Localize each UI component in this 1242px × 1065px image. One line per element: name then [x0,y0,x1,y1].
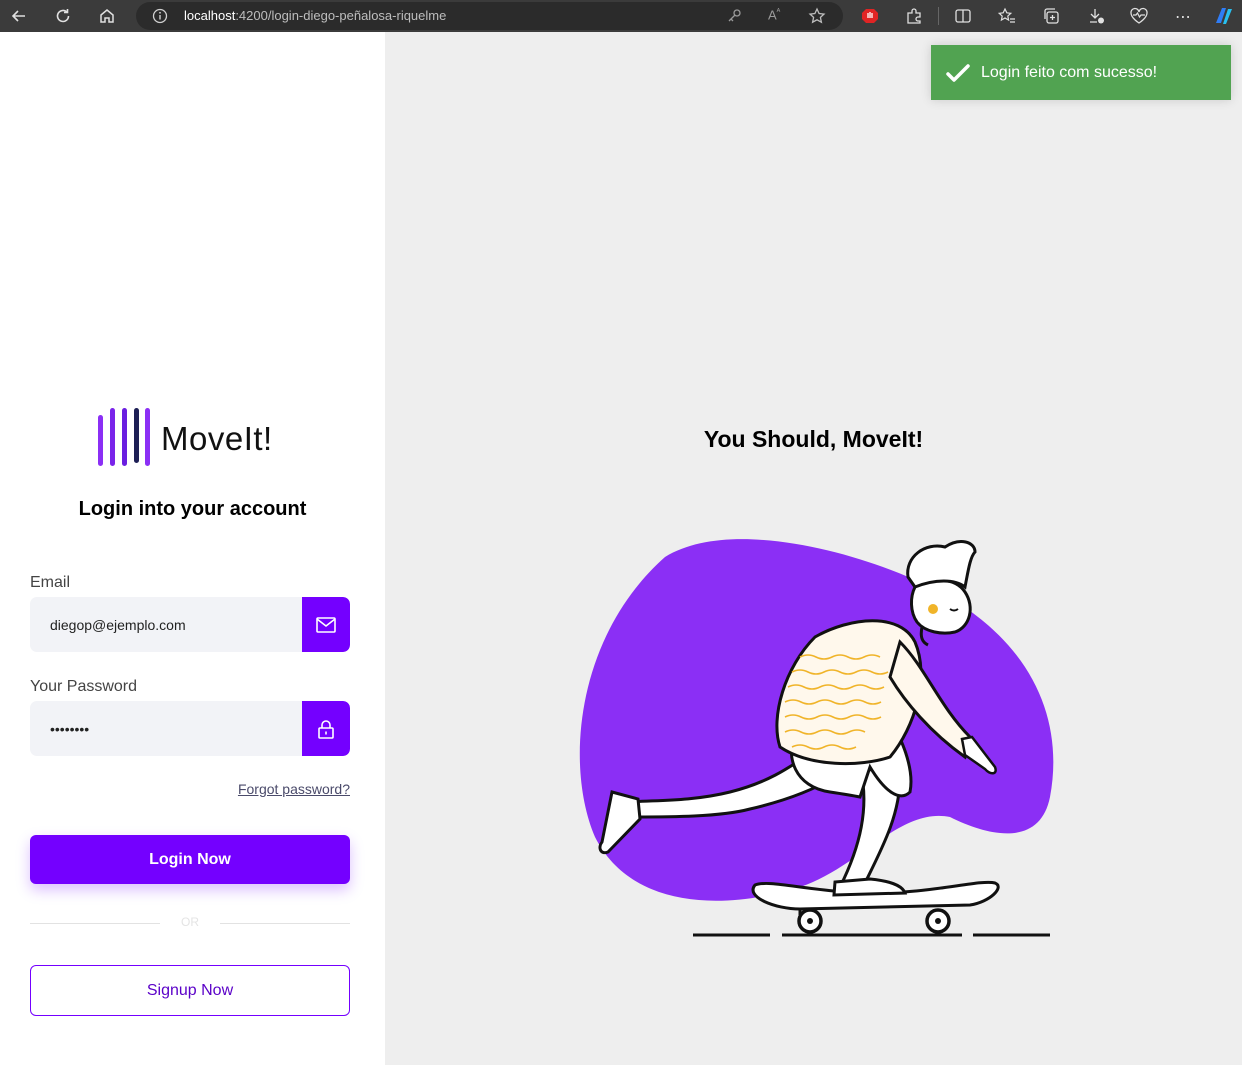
url-path: :4200/login-diego-peñalosa-riquelme [235,8,447,23]
favorites-icon[interactable] [995,4,1019,28]
lock-icon [318,719,334,739]
email-field[interactable] [30,597,302,652]
copilot-icon[interactable] [1212,4,1236,28]
info-icon[interactable] [152,8,168,28]
login-title: Login into your account [78,498,307,520]
hero-panel: You Should, MoveIt! [385,32,1242,1065]
signup-button[interactable]: Signup Now [30,965,350,1016]
hero-tagline: You Should, MoveIt! [703,426,924,452]
login-button[interactable]: Login Now [30,835,350,884]
address-bar[interactable]: localhost:4200/login-diego-peñalosa-riqu… [136,2,843,30]
password-button[interactable] [302,701,350,756]
toast-message: Login feito com sucesso! [981,63,1158,81]
email-label: Email [30,574,71,591]
mail-icon [316,616,336,633]
brand-logo: MoveIt! [97,407,287,469]
back-icon[interactable] [5,2,33,30]
toolbar-divider [938,7,939,25]
extensions-icon[interactable] [902,4,926,28]
browser-toolbar: localhost:4200/login-diego-peñalosa-riqu… [0,0,1242,32]
email-button[interactable] [302,597,350,652]
checkmark-icon [945,60,971,86]
success-toast[interactable]: Login feito com sucesso! [931,45,1231,100]
logo-bars-icon [98,408,150,466]
email-field-group [30,597,350,652]
favorite-star-icon[interactable] [808,7,826,29]
skateboarder-illustration [579,539,1054,937]
home-icon[interactable] [93,2,121,30]
refresh-icon[interactable] [49,2,77,30]
login-panel: MoveIt! Login into your account Email Yo… [0,32,385,1065]
downloads-icon[interactable] [1084,4,1108,28]
more-menu-icon[interactable]: ⋯ [1171,4,1195,28]
read-aloud-icon[interactable]: Aᴬ [768,7,780,22]
performance-icon[interactable] [1127,4,1151,28]
key-icon[interactable] [726,8,742,28]
collections-icon[interactable] [1039,4,1063,28]
url-text: localhost:4200/login-diego-peñalosa-riqu… [184,8,446,23]
divider-line-right [220,923,350,924]
password-field-group [30,701,350,756]
password-label: Your Password [30,678,138,695]
split-screen-icon[interactable] [951,4,975,28]
password-field[interactable] [30,701,302,756]
brand-name: MoveIt! [161,420,273,457]
adblock-extension-icon[interactable] [858,4,882,28]
url-host: localhost [184,8,236,23]
or-divider: OR [30,913,350,933]
or-text: OR [181,915,199,929]
forgot-password-link[interactable]: Forgot password? [180,781,350,797]
